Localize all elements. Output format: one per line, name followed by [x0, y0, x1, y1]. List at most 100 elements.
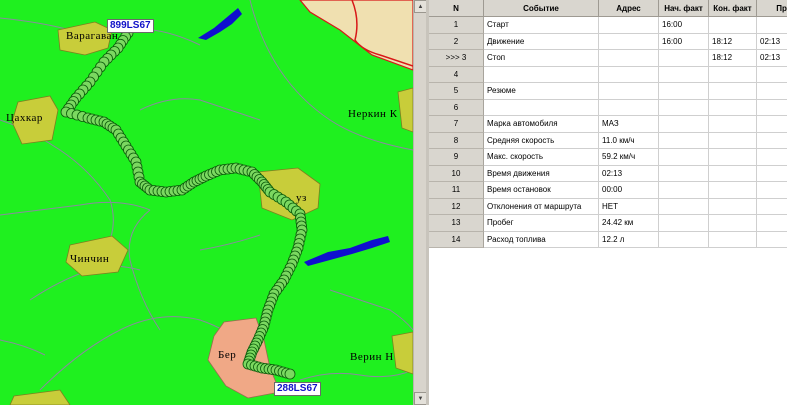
row-number[interactable]: >>> 3 [429, 50, 484, 67]
column-header-event[interactable]: Событие [484, 0, 599, 17]
row-number[interactable]: 5 [429, 83, 484, 100]
address-cell[interactable]: НЕТ [599, 198, 659, 215]
address-cell[interactable] [599, 83, 659, 100]
row-number[interactable]: 7 [429, 116, 484, 133]
table-row[interactable]: 2 Движение 16:00 18:12 02:13 [429, 33, 787, 50]
event-cell[interactable]: Отклонения от маршрута [484, 198, 599, 215]
column-header-start[interactable]: Нач. факт [659, 0, 709, 17]
address-cell[interactable] [599, 99, 659, 116]
duration-cell[interactable] [757, 83, 787, 100]
end-cell[interactable] [709, 198, 757, 215]
row-number[interactable]: 6 [429, 99, 484, 116]
address-cell[interactable]: МАЗ [599, 116, 659, 133]
address-cell[interactable] [599, 33, 659, 50]
table-row[interactable]: 10 Время движения 02:13 [429, 165, 787, 182]
event-cell[interactable]: Старт [484, 17, 599, 34]
event-cell[interactable]: Резюме [484, 83, 599, 100]
table-row[interactable]: 14 Расход топлива 12.2 л [429, 231, 787, 248]
event-cell[interactable] [484, 99, 599, 116]
start-cell[interactable] [659, 198, 709, 215]
table-row[interactable]: 6 [429, 99, 787, 116]
table-row[interactable]: 12 Отклонения от маршрута НЕТ [429, 198, 787, 215]
duration-cell[interactable] [757, 199, 787, 215]
address-cell[interactable] [599, 17, 659, 34]
table-row[interactable]: 8 Средняя скорость 11.0 км/ч [429, 132, 787, 149]
duration-cell[interactable] [757, 116, 787, 133]
end-cell[interactable] [709, 215, 757, 232]
table-row[interactable]: 13 Пробег 24.42 км [429, 215, 787, 232]
table-row[interactable]: 11 Время остановок 00:00 [429, 182, 787, 199]
event-cell[interactable]: Время движения [484, 165, 599, 182]
event-cell[interactable] [484, 66, 599, 83]
row-number[interactable]: 9 [429, 149, 484, 166]
address-cell[interactable]: 24.42 км [599, 215, 659, 232]
end-cell[interactable] [709, 99, 757, 116]
row-number[interactable]: 10 [429, 165, 484, 182]
table-row[interactable]: 7 Марка автомобиля МАЗ [429, 116, 787, 133]
start-cell[interactable] [659, 99, 709, 116]
end-cell[interactable]: 18:12 [709, 50, 757, 67]
map-vertical-scrollbar[interactable]: ▲ ▼ [413, 0, 427, 405]
address-cell[interactable]: 00:00 [599, 182, 659, 199]
column-header-duration[interactable]: Прод [757, 0, 787, 17]
duration-cell[interactable]: 02:13 [757, 50, 787, 67]
row-number[interactable]: 4 [429, 66, 484, 83]
events-table[interactable]: N Событие Адрес Нач. факт Кон. факт Прод… [426, 0, 787, 405]
start-cell[interactable] [659, 116, 709, 133]
start-cell[interactable]: 16:00 [659, 17, 709, 34]
address-cell[interactable] [599, 66, 659, 83]
end-cell[interactable] [709, 182, 757, 199]
start-cell[interactable] [659, 50, 709, 67]
table-row[interactable]: 9 Макс. скорость 59.2 км/ч [429, 149, 787, 166]
address-cell[interactable] [599, 50, 659, 67]
event-cell[interactable]: Макс. скорость [484, 149, 599, 166]
column-header-end[interactable]: Кон. факт [709, 0, 757, 17]
end-cell[interactable] [709, 17, 757, 34]
address-cell[interactable]: 12.2 л [599, 231, 659, 248]
duration-cell[interactable] [757, 182, 787, 199]
row-number[interactable]: 11 [429, 182, 484, 199]
end-cell[interactable] [709, 132, 757, 149]
event-cell[interactable]: Пробег [484, 215, 599, 232]
start-cell[interactable] [659, 132, 709, 149]
address-cell[interactable]: 11.0 км/ч [599, 132, 659, 149]
start-cell[interactable] [659, 83, 709, 100]
start-cell[interactable] [659, 66, 709, 83]
start-cell[interactable]: 16:00 [659, 33, 709, 50]
start-cell[interactable] [659, 182, 709, 199]
start-cell[interactable] [659, 215, 709, 232]
duration-cell[interactable] [757, 67, 787, 83]
duration-cell[interactable] [757, 100, 787, 116]
map-view[interactable]: Варагаван Цахкар Неркин К Чинчин уз Бер … [0, 0, 413, 405]
start-cell[interactable] [659, 165, 709, 182]
vehicle-tag-end[interactable]: 288LS67 [274, 382, 321, 396]
start-cell[interactable] [659, 231, 709, 248]
end-cell[interactable]: 18:12 [709, 33, 757, 50]
row-number[interactable]: 2 [429, 33, 484, 50]
end-cell[interactable] [709, 231, 757, 248]
row-number[interactable]: 8 [429, 132, 484, 149]
track-point[interactable] [284, 368, 296, 380]
map-canvas[interactable] [0, 0, 413, 405]
duration-cell[interactable] [757, 133, 787, 149]
column-header-address[interactable]: Адрес [599, 0, 659, 17]
event-cell[interactable]: Марка автомобиля [484, 116, 599, 133]
end-cell[interactable] [709, 66, 757, 83]
event-cell[interactable]: Расход топлива [484, 231, 599, 248]
address-cell[interactable]: 02:13 [599, 165, 659, 182]
table-row[interactable]: 4 [429, 66, 787, 83]
end-cell[interactable] [709, 149, 757, 166]
vehicle-tag-start[interactable]: 899LS67 [107, 19, 154, 33]
duration-cell[interactable] [757, 149, 787, 166]
duration-cell[interactable] [757, 166, 787, 182]
end-cell[interactable] [709, 165, 757, 182]
end-cell[interactable] [709, 83, 757, 100]
table-row[interactable]: 5 Резюме [429, 83, 787, 100]
duration-cell[interactable] [757, 232, 787, 248]
event-cell[interactable]: Средняя скорость [484, 132, 599, 149]
duration-cell[interactable] [757, 215, 787, 232]
duration-cell[interactable]: 02:13 [757, 34, 787, 50]
table-row[interactable]: >>> 3 Стоп 18:12 02:13 [429, 50, 787, 67]
table-row[interactable]: 1 Старт 16:00 [429, 17, 787, 34]
row-number[interactable]: 12 [429, 198, 484, 215]
